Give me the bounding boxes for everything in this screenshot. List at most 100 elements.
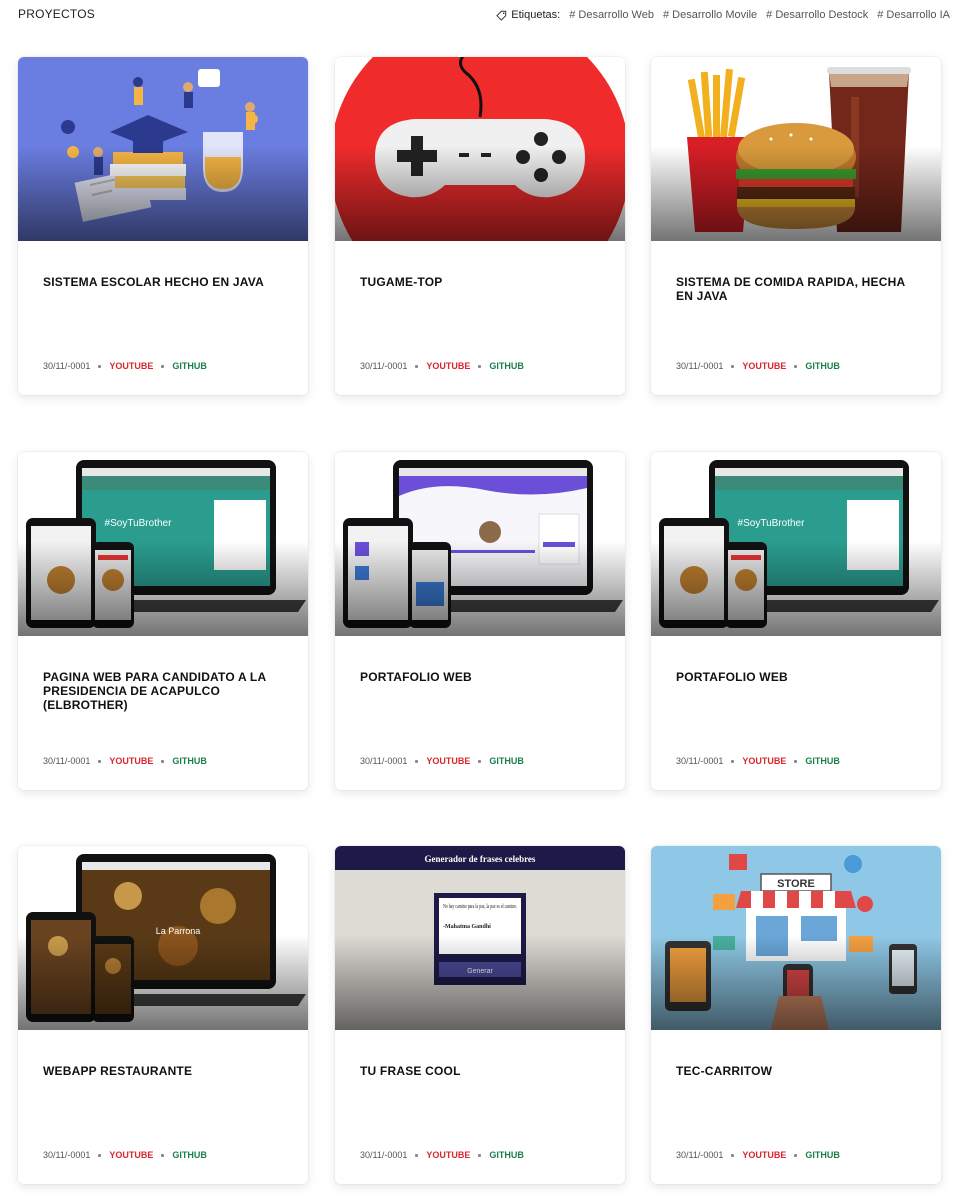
fast-food-photo	[651, 57, 941, 241]
separator-dot	[731, 1153, 735, 1157]
project-thumbnail[interactable]: #SoyTuBrother	[18, 452, 308, 636]
github-link[interactable]: GITHUB	[172, 361, 207, 371]
project-meta: 30/11/-0001 YOUTUBE GITHUB	[360, 361, 524, 371]
youtube-link[interactable]: YOUTUBE	[109, 1150, 153, 1160]
project-thumbnail[interactable]	[335, 57, 625, 241]
project-title[interactable]: TU FRASE COOL	[360, 1064, 600, 1078]
separator-dot	[794, 364, 798, 368]
separator-dot	[478, 759, 482, 763]
separator-dot	[415, 364, 419, 368]
screen-author: -Mahatma Gandhi	[443, 924, 491, 930]
separator-dot	[731, 759, 735, 763]
separator-dot	[731, 364, 735, 368]
separator-dot	[161, 759, 165, 763]
youtube-link[interactable]: YOUTUBE	[426, 1150, 470, 1160]
separator-dot	[415, 1153, 419, 1157]
project-card[interactable]: PORTAFOLIO WEB 30/11/-0001 YOUTUBE GITHU…	[335, 452, 625, 790]
tag-desarrollo-web[interactable]: # Desarrollo Web	[569, 9, 654, 21]
project-date: 30/11/-0001	[676, 1150, 724, 1160]
project-thumbnail[interactable]	[18, 57, 308, 241]
youtube-link[interactable]: YOUTUBE	[426, 756, 470, 766]
screen-text: #SoyTuBrother	[105, 518, 173, 529]
project-title[interactable]: TEC-CARRITOW	[676, 1064, 916, 1078]
separator-dot	[794, 759, 798, 763]
project-date: 30/11/-0001	[43, 1150, 91, 1160]
project-title[interactable]: PAGINA WEB PARA CANDIDATO A LA PRESIDENC…	[43, 670, 283, 712]
project-thumbnail[interactable]	[335, 452, 625, 636]
devices-mockup	[335, 452, 625, 636]
project-meta: 30/11/-0001 YOUTUBE GITHUB	[676, 361, 840, 371]
youtube-link[interactable]: YOUTUBE	[742, 361, 786, 371]
separator-dot	[478, 1153, 482, 1157]
project-date: 30/11/-0001	[676, 361, 724, 371]
github-link[interactable]: GITHUB	[805, 361, 840, 371]
github-link[interactable]: GITHUB	[172, 756, 207, 766]
project-card[interactable]: La Parrona WEBAPP RESTAURANTE 30/11/-000…	[18, 846, 308, 1184]
separator-dot	[794, 1153, 798, 1157]
project-meta: 30/11/-0001 YOUTUBE GITHUB	[676, 1150, 840, 1160]
project-meta: 30/11/-0001 YOUTUBE GITHUB	[360, 756, 524, 766]
project-card[interactable]: STORE TEC-CARRITOW 30/11/-0001 YOUTUBE G…	[651, 846, 941, 1184]
github-link[interactable]: GITHUB	[489, 1150, 524, 1160]
project-card[interactable]: #SoyTuBrother PORTAFOLIO WEB 30/11/-0001…	[651, 452, 941, 790]
youtube-link[interactable]: YOUTUBE	[109, 361, 153, 371]
project-meta: 30/11/-0001 YOUTUBE GITHUB	[360, 1150, 524, 1160]
project-title[interactable]: PORTAFOLIO WEB	[676, 670, 916, 684]
separator-dot	[98, 759, 102, 763]
screen-text: STORE	[777, 878, 815, 890]
project-meta: 30/11/-0001 YOUTUBE GITHUB	[676, 756, 840, 766]
project-card[interactable]: SISTEMA ESCOLAR HECHO EN JAVA 30/11/-000…	[18, 57, 308, 395]
separator-dot	[478, 364, 482, 368]
project-meta: 30/11/-0001 YOUTUBE GITHUB	[43, 756, 207, 766]
separator-dot	[161, 1153, 165, 1157]
github-link[interactable]: GITHUB	[489, 756, 524, 766]
github-link[interactable]: GITHUB	[805, 1150, 840, 1160]
page-header: PROYECTOS Etiquetas: # Desarrollo Web # …	[18, 0, 950, 30]
tag-desarrollo-destock[interactable]: # Desarrollo Destock	[766, 9, 868, 21]
project-date: 30/11/-0001	[676, 756, 724, 766]
separator-dot	[415, 759, 419, 763]
project-card[interactable]: SISTEMA DE COMIDA RAPIDA, HECHA EN JAVA …	[651, 57, 941, 395]
separator-dot	[98, 1153, 102, 1157]
project-thumbnail[interactable]: Generador de frases celebres No hay cami…	[335, 846, 625, 1030]
youtube-link[interactable]: YOUTUBE	[109, 756, 153, 766]
project-title[interactable]: SISTEMA ESCOLAR HECHO EN JAVA	[43, 275, 283, 289]
screen-text: La Parrona	[156, 926, 201, 936]
project-title[interactable]: SISTEMA DE COMIDA RAPIDA, HECHA EN JAVA	[676, 275, 916, 303]
gamepad-icon	[335, 57, 625, 241]
project-title[interactable]: PORTAFOLIO WEB	[360, 670, 600, 684]
project-date: 30/11/-0001	[360, 1150, 408, 1160]
github-link[interactable]: GITHUB	[172, 1150, 207, 1160]
devices-mockup: #SoyTuBrother	[18, 452, 308, 636]
screen-button: Generar	[467, 968, 493, 975]
tags-label: Etiquetas:	[511, 9, 561, 21]
tag-desarrollo-movile[interactable]: # Desarrollo Movile	[663, 9, 757, 21]
screen-text: #SoyTuBrother	[738, 518, 806, 529]
project-card[interactable]: TUGAME-TOP 30/11/-0001 YOUTUBE GITHUB	[335, 57, 625, 395]
tag-icon	[496, 10, 507, 21]
project-card[interactable]: #SoyTuBrother PAGINA WEB PARA CANDIDATO …	[18, 452, 308, 790]
project-card[interactable]: Generador de frases celebres No hay cami…	[335, 846, 625, 1184]
screen-heading: Generador de frases celebres	[425, 854, 536, 864]
project-thumbnail[interactable]	[651, 57, 941, 241]
youtube-link[interactable]: YOUTUBE	[426, 361, 470, 371]
project-date: 30/11/-0001	[43, 361, 91, 371]
project-date: 30/11/-0001	[360, 361, 408, 371]
store-illustration: STORE	[651, 846, 941, 1030]
project-thumbnail[interactable]: #SoyTuBrother	[651, 452, 941, 636]
project-title[interactable]: TUGAME-TOP	[360, 275, 600, 289]
education-illustration	[18, 57, 308, 241]
tags-label-group: Etiquetas:	[496, 9, 560, 21]
project-thumbnail[interactable]: STORE	[651, 846, 941, 1030]
tag-desarrollo-ia[interactable]: # Desarrollo IA	[877, 9, 950, 21]
youtube-link[interactable]: YOUTUBE	[742, 756, 786, 766]
github-link[interactable]: GITHUB	[489, 361, 524, 371]
project-title[interactable]: WEBAPP RESTAURANTE	[43, 1064, 283, 1078]
project-meta: 30/11/-0001 YOUTUBE GITHUB	[43, 1150, 207, 1160]
quote-generator-screenshot: Generador de frases celebres No hay cami…	[335, 846, 625, 1030]
project-date: 30/11/-0001	[360, 756, 408, 766]
github-link[interactable]: GITHUB	[805, 756, 840, 766]
youtube-link[interactable]: YOUTUBE	[742, 1150, 786, 1160]
project-thumbnail[interactable]: La Parrona	[18, 846, 308, 1030]
screen-quote: No hay camino para la paz, la paz es el …	[443, 904, 517, 910]
